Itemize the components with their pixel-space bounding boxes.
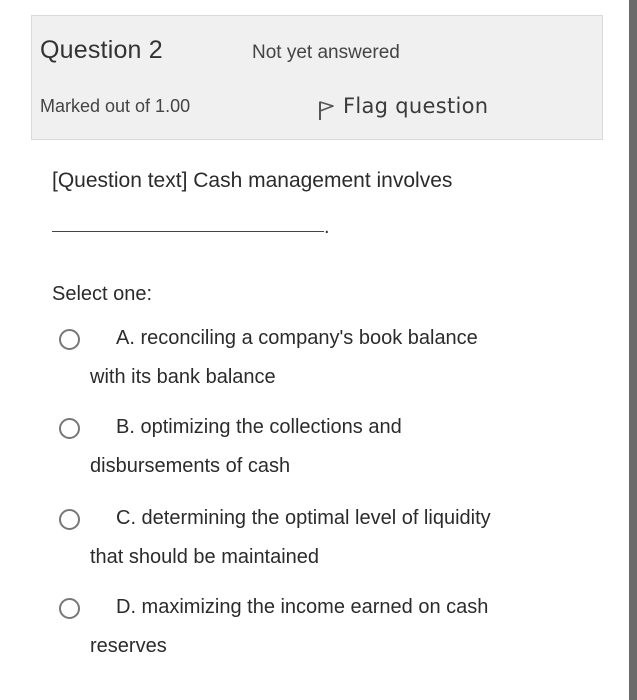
option-a-text: A. reconciling a company's book balance: [116, 327, 478, 349]
blank-period: .: [324, 216, 330, 238]
flag-question-label: Flag question: [343, 94, 489, 118]
option-d-text: D. maximizing the income earned on cash: [116, 596, 489, 618]
answer-blank: [52, 231, 324, 232]
option-b-text-continued: disbursements of cash: [90, 455, 291, 477]
radio-button-c[interactable]: [59, 509, 80, 530]
flag-question-button[interactable]: Flag question: [317, 91, 488, 121]
radio-button-a[interactable]: [59, 329, 80, 350]
radio-button-b[interactable]: [59, 418, 80, 439]
option-c-text: C. determining the optimal level of liqu…: [116, 507, 491, 529]
option-a-text-continued: with its bank balance: [90, 366, 276, 388]
answer-prompt: Select one:: [52, 283, 153, 305]
option-b-text: B. optimizing the collections and: [116, 416, 402, 438]
option-d-text-continued: reserves: [90, 635, 167, 657]
option-c-text-continued: that should be maintained: [90, 546, 320, 568]
window-edge: [629, 0, 637, 700]
radio-button-d[interactable]: [59, 598, 80, 619]
question-info-panel: Question 2 Not yet answered Marked out o…: [31, 15, 603, 140]
question-state: Not yet answered: [252, 42, 400, 63]
question-number: Question 2: [40, 36, 163, 64]
question-grade: Marked out of 1.00: [40, 96, 191, 116]
question-text: [Question text] Cash management involves: [52, 169, 453, 192]
flag-icon: [319, 101, 334, 120]
